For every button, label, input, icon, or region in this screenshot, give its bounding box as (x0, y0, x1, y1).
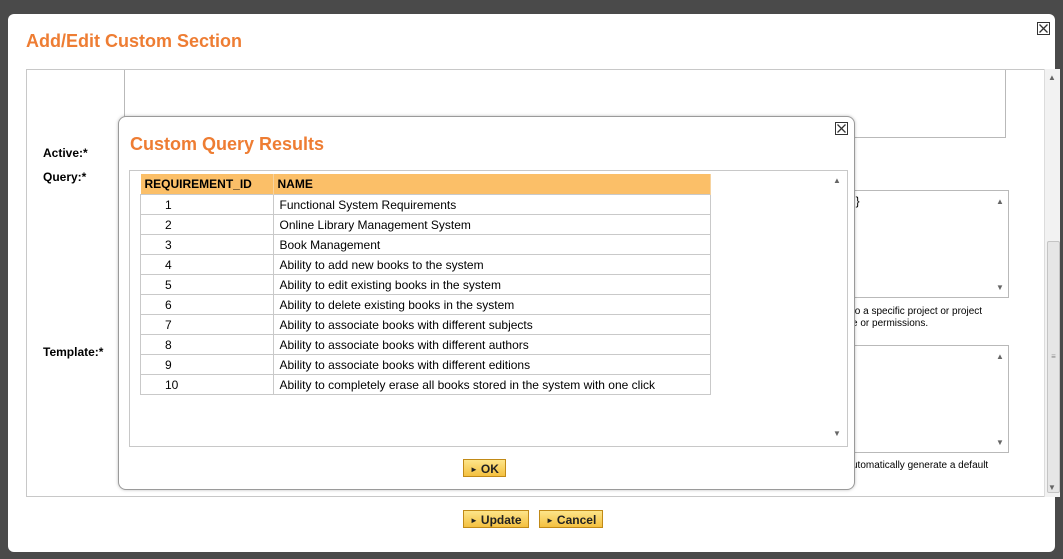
table-row: 1 Functional System Requirements (140, 194, 711, 215)
scroll-down-icon[interactable]: ▼ (832, 429, 842, 439)
table-row: 5 Ability to edit existing books in the s… (140, 274, 711, 295)
dialog-title: Add/Edit Custom Section (26, 31, 242, 51)
scroll-down-icon[interactable]: ▼ (995, 438, 1005, 448)
query-hint-line2: e or permissions. (852, 318, 929, 329)
requirement-id-cell: 5 (140, 274, 274, 295)
table-row: 7 Ability to associate books with differe… (140, 314, 711, 335)
scroll-up-icon[interactable]: ▲ (995, 197, 1005, 207)
ok-label: OK (480, 462, 499, 476)
name-cell: Ability to delete existing books in the … (272, 294, 711, 315)
name-cell: Ability to associate books with differen… (272, 354, 711, 375)
results-table: REQUIREMENT_ID NAME 1 Functional System R… (140, 174, 711, 395)
dialog-title: Custom Query Results (130, 134, 325, 154)
update-button[interactable]: ► Update (463, 510, 529, 528)
requirement-id-cell: 6 (140, 294, 274, 315)
cancel-button[interactable]: ► Cancel (539, 510, 604, 528)
query-label: Query:* (43, 170, 87, 184)
name-cell: Ability to associate books with differen… (272, 334, 711, 355)
name-cell: Ability to associate books with differen… (272, 314, 711, 335)
requirement-id-cell: 10 (140, 374, 274, 395)
scrollbar-thumb[interactable]: ≡ (1047, 241, 1060, 493)
name-cell: Book Management (272, 234, 711, 255)
play-icon: ► (470, 516, 478, 525)
play-icon: ► (546, 516, 554, 525)
name-cell: Ability to completely erase all books st… (272, 374, 711, 395)
scroll-up-icon[interactable]: ▲ (995, 352, 1005, 362)
name-cell: Ability to add new books to the system (272, 254, 711, 275)
grip-icon: ≡ (1051, 352, 1056, 361)
column-header: NAME (273, 174, 711, 195)
template-label: Template:* (43, 345, 104, 359)
dialog-scrollbar[interactable]: ▲ ≡ ▼ (1044, 69, 1060, 497)
table-row: 2 Online Library Management System (140, 214, 711, 235)
template-hint: utomatically generate a default (852, 460, 989, 471)
update-label: Update (480, 513, 522, 527)
close-icon[interactable] (835, 122, 848, 135)
requirement-id-cell: 1 (140, 194, 274, 215)
query-hint-line1: to a specific project or project (852, 306, 983, 317)
requirement-id-cell: 4 (140, 254, 274, 275)
name-cell: Functional System Requirements (272, 194, 711, 215)
scroll-down-icon[interactable]: ▼ (1047, 483, 1057, 493)
requirement-id-cell: 8 (140, 334, 274, 355)
table-row: 10 Ability to completely erase all books … (140, 374, 711, 395)
table-header-row: REQUIREMENT_ID NAME (140, 174, 711, 195)
requirement-id-cell: 3 (140, 234, 274, 255)
close-icon[interactable] (1037, 22, 1050, 35)
table-row: 9 Ability to associate books with differe… (140, 354, 711, 375)
table-row: 6 Ability to delete existing books in the… (140, 294, 711, 315)
custom-query-results-dialog: Custom Query Results REQUIREMENT_ID NAME… (118, 116, 855, 490)
scroll-up-icon[interactable]: ▲ (832, 176, 842, 186)
name-cell: Online Library Management System (272, 214, 711, 235)
table-row: 3 Book Management (140, 234, 711, 255)
scroll-down-icon[interactable]: ▼ (995, 283, 1005, 293)
play-icon: ► (470, 465, 478, 474)
requirement-id-cell: 9 (140, 354, 274, 375)
ok-button[interactable]: ► OK (463, 459, 506, 477)
name-cell: Ability to edit existing books in the sy… (272, 274, 711, 295)
requirement-id-cell: 7 (140, 314, 274, 335)
requirement-id-cell: 2 (140, 214, 274, 235)
column-header: REQUIREMENT_ID (140, 174, 274, 195)
cancel-label: Cancel (556, 513, 597, 527)
results-panel: REQUIREMENT_ID NAME 1 Functional System R… (129, 170, 848, 447)
table-row: 4 Ability to add new books to the system (140, 254, 711, 275)
scroll-up-icon[interactable]: ▲ (1047, 73, 1057, 83)
active-label: Active:* (43, 146, 88, 160)
table-row: 8 Ability to associate books with differe… (140, 334, 711, 355)
